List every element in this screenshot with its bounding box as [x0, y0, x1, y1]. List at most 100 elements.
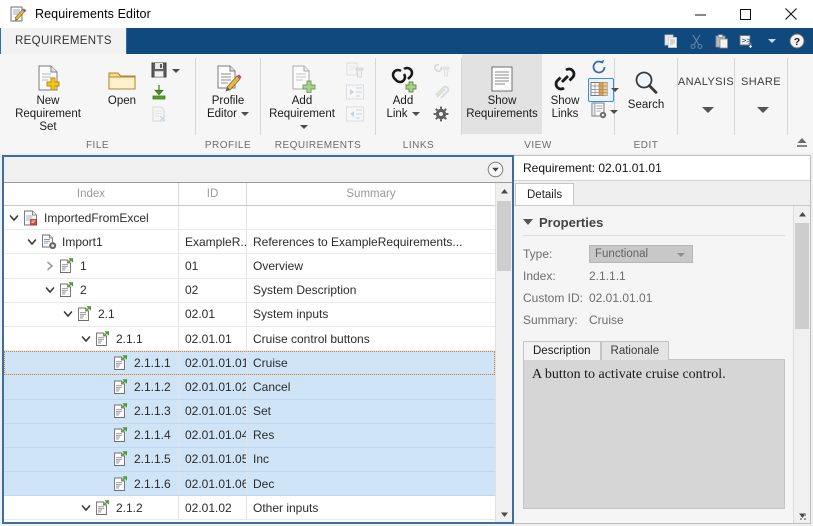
cell-id: 02.01.01 [179, 326, 247, 351]
profile-editor-button[interactable]: Profile Editor [197, 58, 259, 121]
tab-description[interactable]: Description [523, 341, 601, 360]
save-caret-icon[interactable] [172, 69, 180, 73]
open-folder-icon [107, 61, 137, 93]
twisty-expanded-icon[interactable] [78, 503, 94, 513]
import-icon [150, 83, 168, 104]
table-row[interactable]: 2.1.2 02.01.02 Other inputs [4, 496, 495, 521]
scroll-down-arrow-icon[interactable] [496, 506, 512, 522]
tab-details[interactable]: Details [515, 183, 575, 205]
scrollbar-track[interactable] [794, 222, 810, 507]
scroll-up-arrow-icon[interactable] [794, 206, 810, 222]
properties-section-header[interactable]: Properties [523, 212, 785, 232]
new-requirement-set-button[interactable]: New Requirement Set [0, 58, 96, 134]
ribbon-group-share[interactable]: SHARE [735, 54, 787, 153]
search-button[interactable]: Search [616, 62, 676, 112]
table-row[interactable]: 2.1 02.01 System inputs [4, 302, 495, 327]
description-textarea[interactable]: A button to activate cruise control. [523, 359, 785, 509]
table-row[interactable]: 2.1.1.2 02.01.01.02 Cancel [4, 375, 495, 400]
table-row[interactable]: 2.1.1 02.01.01 Cruise control buttons [4, 326, 495, 352]
cell-index: 1 [4, 254, 179, 278]
index-label: Index: [523, 269, 556, 283]
chevron-down-icon[interactable] [677, 253, 685, 257]
import-button[interactable] [148, 82, 190, 104]
property-row-index: Index: 2.1.1.1 [523, 265, 785, 287]
delete-requirement-icon [345, 61, 365, 82]
ribbon-group-label-edit: EDIT [633, 140, 659, 151]
link-attachment-icon [432, 83, 452, 104]
twisty-expanded-icon[interactable] [78, 334, 94, 344]
tab-rationale[interactable]: Rationale [600, 341, 670, 360]
table-row[interactable]: 2.1.1.1 02.01.01.01 Cruise [4, 351, 495, 376]
column-header-id[interactable]: ID [179, 183, 247, 205]
property-row-summary: Summary: Cruise [523, 309, 785, 331]
tree-vertical-scrollbar[interactable] [495, 183, 512, 522]
ribbon-group-label-profile: PROFILE [204, 140, 252, 151]
requirements-table-main: Index ID Summary ImportedFromExcel Import… [4, 183, 495, 522]
add-requirement-caret-icon[interactable] [300, 124, 308, 129]
help-icon[interactable]: ? [784, 29, 809, 53]
ribbon-group-view: Show Requirements Show Links VIEW [462, 54, 619, 153]
new-requirement-set-label-1: New [36, 95, 60, 107]
table-row[interactable]: 2 02 System Description [4, 278, 495, 303]
open-button[interactable]: Open [96, 58, 148, 108]
paste-icon[interactable] [709, 29, 734, 53]
panel-options-icon[interactable] [487, 161, 504, 178]
column-header-index[interactable]: Index [4, 183, 179, 205]
link-settings-button[interactable] [430, 104, 456, 126]
new-script-icon[interactable]: >> [734, 29, 759, 53]
resize-grip-icon[interactable] [796, 510, 808, 522]
minimize-button[interactable] [678, 0, 723, 28]
twisty-expanded-icon[interactable] [6, 213, 22, 223]
show-requirements-button[interactable]: Show Requirements [462, 54, 542, 134]
cell-id: ExampleR... [179, 230, 247, 254]
profile-editor-caret-icon[interactable] [241, 111, 250, 116]
quick-access-more-icon[interactable] [759, 29, 784, 53]
new-requirement-set-label-2: Requirement Set [15, 108, 81, 133]
report-icon [590, 102, 608, 122]
twisty-expanded-icon[interactable] [42, 285, 58, 295]
twisty-expanded-icon[interactable] [60, 309, 76, 319]
table-row[interactable]: 2.1.1.5 02.01.01.05 Inc [4, 447, 495, 473]
close-button[interactable] [768, 0, 813, 28]
table-row[interactable]: 2.1.1.4 02.01.01.04 Res [4, 423, 495, 448]
tab-requirements[interactable]: REQUIREMENTS [0, 28, 127, 54]
type-select[interactable]: Functional [589, 245, 693, 263]
columns-button[interactable] [588, 78, 619, 102]
twisty-collapsed-icon[interactable] [42, 261, 58, 271]
show-links-button[interactable]: Show Links [542, 54, 588, 121]
cell-index: 2.1 [4, 302, 179, 326]
ribbon-group-links: Add Link LINKS [376, 54, 461, 153]
add-link-label-2: Link [386, 108, 408, 120]
collapse-ribbon-icon[interactable] [794, 135, 810, 151]
requirement-icon [58, 282, 75, 298]
table-row[interactable]: 2.1.1.3 02.01.01.03 Set [4, 399, 495, 424]
scrollbar-thumb[interactable] [795, 223, 809, 329]
maximize-button[interactable] [723, 0, 768, 28]
table-row[interactable]: Import1 ExampleR... References to ExampleR… [4, 230, 495, 255]
column-header-summary[interactable]: Summary [247, 183, 495, 205]
details-panel-title: Requirement: 02.01.01.01 [514, 156, 810, 181]
add-link-caret-icon[interactable] [411, 111, 420, 116]
chevron-down-icon[interactable] [753, 102, 769, 116]
scrollbar-track[interactable] [496, 199, 512, 506]
save-button[interactable] [148, 60, 190, 82]
scroll-up-arrow-icon[interactable] [496, 183, 512, 199]
details-vertical-scrollbar[interactable] [793, 206, 810, 523]
table-row[interactable]: ImportedFromExcel [4, 206, 495, 231]
ribbon-group-analysis[interactable]: ANALYSIS [678, 54, 734, 153]
report-button[interactable] [588, 102, 618, 122]
twisty-expanded-icon[interactable] [24, 237, 40, 247]
table-row[interactable]: 2.1.1.6 02.01.01.06 Dec [4, 472, 495, 497]
requirement-icon [112, 475, 129, 492]
collapse-triangle-icon[interactable] [523, 219, 533, 225]
add-link-button[interactable]: Add Link [376, 58, 430, 121]
scrollbar-thumb[interactable] [497, 201, 511, 271]
title-bar: Requirements Editor [0, 0, 813, 28]
refresh-button[interactable] [588, 58, 614, 78]
table-row[interactable]: 1 01 Overview [4, 254, 495, 279]
chevron-down-icon[interactable] [698, 102, 714, 116]
copy-icon[interactable] [659, 29, 684, 53]
show-requirements-label-1: Show [487, 95, 517, 107]
add-requirement-button[interactable]: Add Requirement [261, 58, 343, 134]
row-index-label: 2.1.1.4 [134, 428, 171, 443]
